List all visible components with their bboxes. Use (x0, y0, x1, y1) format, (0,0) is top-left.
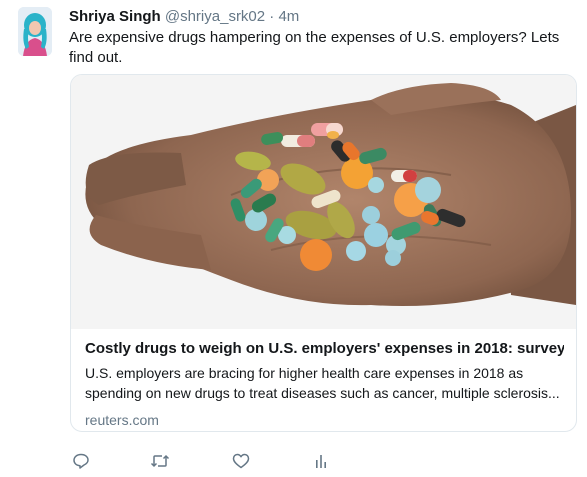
author-handle[interactable]: @shriya_srk02 (165, 8, 265, 25)
card-title[interactable]: Costly drugs to weigh on U.S. employers'… (85, 339, 564, 359)
tweet-header: Shriya Singh @shriya_srk02 · 4m (69, 7, 299, 27)
avatar-photo (18, 7, 52, 56)
card-domain: reuters.com (85, 412, 159, 428)
like-button[interactable] (230, 450, 252, 472)
hand-holding-pills-photo (71, 75, 576, 329)
card-description: U.S. employers are bracing for higher he… (85, 365, 560, 401)
tweet-actions (70, 450, 370, 472)
like-icon (232, 453, 250, 469)
author-name[interactable]: Shriya Singh (69, 8, 161, 25)
tweet-text: Are expensive drugs hampering on the exp… (69, 29, 560, 66)
avatar[interactable] (18, 7, 52, 56)
retweet-button[interactable] (149, 450, 171, 472)
analytics-icon (316, 455, 326, 468)
link-card[interactable]: Costly drugs to weigh on U.S. employers'… (70, 74, 577, 432)
reply-button[interactable] (70, 450, 92, 472)
separator-dot: · (269, 8, 275, 25)
analytics-button[interactable] (310, 450, 332, 472)
retweet-icon (150, 454, 170, 468)
card-image[interactable] (71, 75, 576, 329)
reply-icon (73, 453, 89, 469)
tweet-timestamp[interactable]: 4m (278, 8, 299, 25)
card-body: Costly drugs to weigh on U.S. employers'… (85, 339, 564, 430)
